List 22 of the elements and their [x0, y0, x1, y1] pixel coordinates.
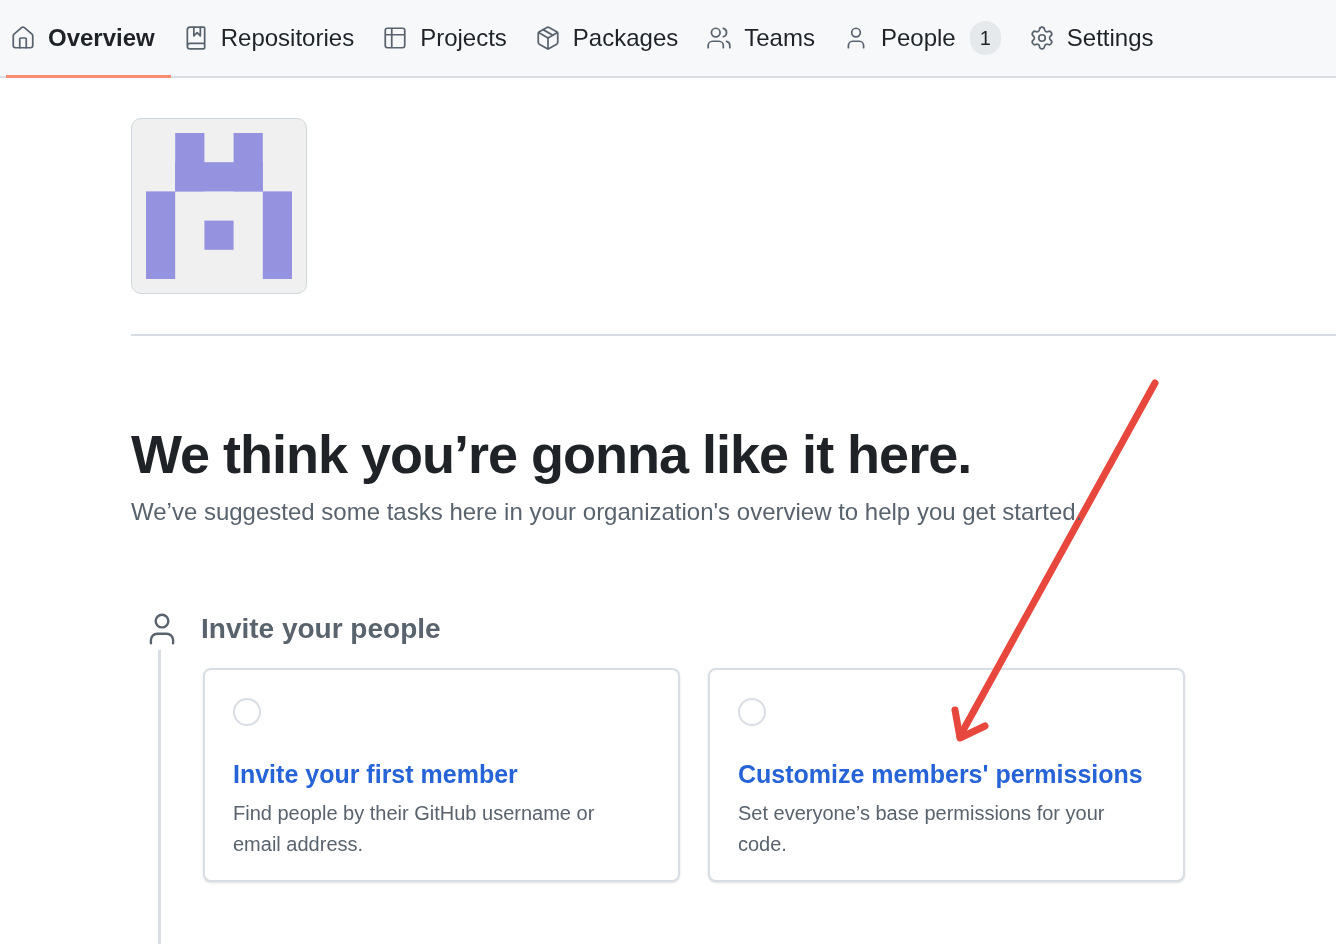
- task-checkbox[interactable]: [738, 698, 766, 726]
- nav-tab[interactable]: Packages: [530, 0, 695, 78]
- nav-tab[interactable]: Projects: [378, 0, 523, 78]
- count-badge: 1: [969, 20, 1001, 55]
- nav-tab[interactable]: Repositories: [178, 0, 371, 78]
- section-title: Invite your people: [201, 612, 441, 646]
- task-description: Set everyone’s base permissions for your code.: [738, 800, 1106, 857]
- task-link[interactable]: Invite your first member: [233, 756, 638, 794]
- house-icon: [10, 24, 36, 51]
- task-checkbox[interactable]: [233, 698, 261, 726]
- settings-icon: [1028, 24, 1055, 51]
- task-link[interactable]: Customize members' permissions: [738, 756, 1143, 794]
- table-icon: [382, 24, 409, 51]
- welcome-subtitle: We’ve suggested some tasks here in your organization's overview to help you get started.: [131, 497, 1083, 527]
- package-icon: [534, 24, 561, 51]
- people-icon: [706, 24, 733, 51]
- nav-tab[interactable]: Teams: [702, 0, 831, 78]
- welcome-heading: We think you’re gonna like it here.: [131, 423, 973, 486]
- nav-tab[interactable]: Settings: [1024, 0, 1170, 78]
- nav-tab[interactable]: People 1: [838, 0, 1017, 78]
- nav-tab[interactable]: Overview: [6, 0, 171, 78]
- task-description: Find people by their GitHub username or email address.: [233, 800, 596, 857]
